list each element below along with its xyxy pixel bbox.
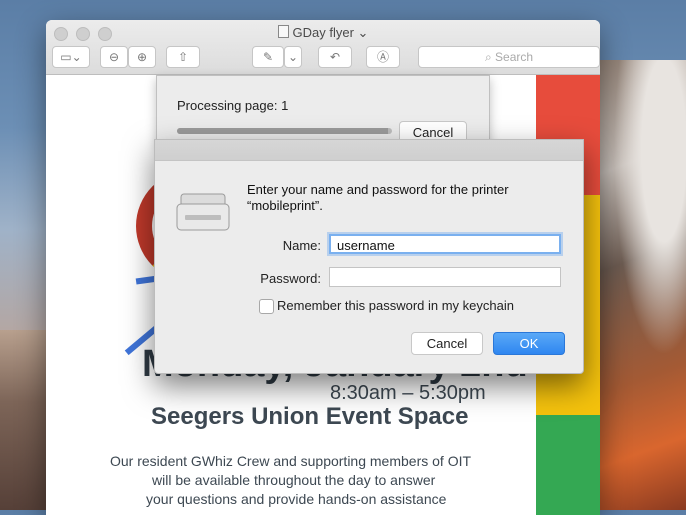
password-field[interactable]	[329, 267, 561, 287]
rotate-icon: ↶	[329, 50, 341, 64]
markup-button[interactable]: ✎	[252, 46, 284, 68]
zoom-out-button[interactable]: ⊖	[100, 46, 128, 68]
share-button[interactable]: ⇧	[166, 46, 200, 68]
printer-auth-dialog: Enter your name and password for the pri…	[154, 139, 584, 374]
rotate-button[interactable]: ↶	[318, 46, 352, 68]
search-field[interactable]: ⌕ Search	[418, 46, 600, 68]
title-bar: GDay flyer ⌄ ▭⌄ ⊖ ⊕ ⇧ ✎ ⌄ ↶ Ⓐ ⌕ Search	[46, 20, 600, 75]
annotate-button[interactable]: Ⓐ	[366, 46, 400, 68]
desktop-wallpaper-rock	[0, 330, 48, 510]
processing-label: Processing page: 1	[177, 98, 289, 113]
printer-icon	[176, 193, 230, 231]
flyer-body-line: will be available throughout the day to …	[152, 472, 436, 488]
print-progress-bar	[177, 128, 392, 134]
sidebar-icon: ▭⌄	[60, 50, 82, 64]
pen-circle-icon: Ⓐ	[376, 50, 389, 64]
zoom-in-icon: ⊕	[136, 50, 148, 64]
search-icon: ⌕	[484, 50, 496, 64]
flyer-time: 8:30am – 5:30pm	[330, 382, 486, 404]
toolbar: ▭⌄ ⊖ ⊕ ⇧ ✎ ⌄ ↶ Ⓐ ⌕ Search	[52, 46, 600, 68]
dialog-header	[155, 140, 583, 161]
password-label: Password:	[260, 271, 321, 286]
document-icon	[277, 25, 289, 38]
flyer-body-line: Our resident GWhiz Crew and supporting m…	[110, 453, 472, 469]
search-placeholder: Search	[495, 50, 534, 64]
share-icon: ⇧	[177, 50, 189, 64]
markup-menu-button[interactable]: ⌄	[284, 46, 302, 68]
zoom-out-icon: ⊖	[108, 50, 120, 64]
flyer-venue: Seegers Union Event Space	[151, 403, 469, 430]
flyer-body-line: your questions and provide hands-on assi…	[146, 491, 447, 507]
sidebar-toggle-button[interactable]: ▭⌄	[52, 46, 90, 68]
dialog-message: Enter your name and password for the pri…	[247, 182, 509, 213]
name-label: Name:	[282, 238, 321, 253]
name-field[interactable]: username	[329, 234, 561, 254]
remember-password-label[interactable]: Remember this password in my keychain	[277, 298, 514, 313]
window-title-area[interactable]: GDay flyer ⌄	[46, 25, 600, 41]
pen-icon: ✎	[262, 50, 274, 64]
print-progress-sheet: Processing page: 1 Cancel	[156, 75, 490, 147]
window-title[interactable]: GDay flyer ⌄	[293, 25, 369, 40]
flyer-green-stripe	[536, 415, 600, 515]
cancel-button[interactable]: Cancel	[411, 332, 483, 355]
zoom-in-button[interactable]: ⊕	[128, 46, 156, 68]
chevron-down-icon: ⌄	[287, 50, 299, 64]
progress-fill	[177, 128, 388, 134]
ok-button[interactable]: OK	[493, 332, 565, 355]
remember-password-checkbox[interactable]	[259, 299, 274, 314]
